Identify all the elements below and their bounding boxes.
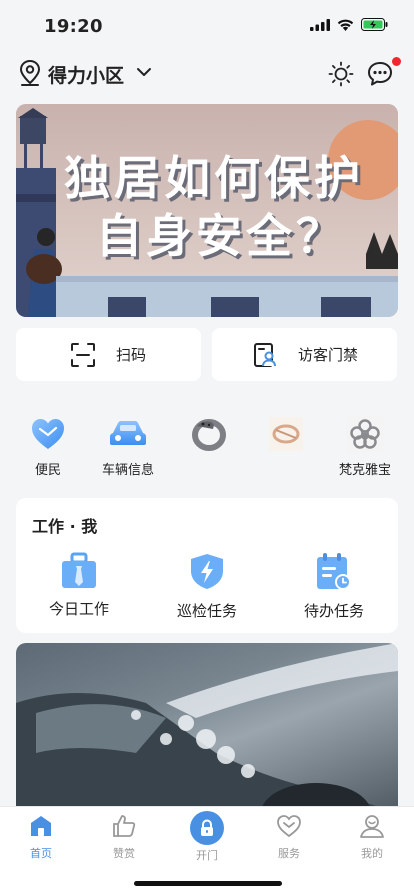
thumbs-up-icon xyxy=(113,815,136,837)
signal-icon xyxy=(310,18,330,31)
service-ring-product[interactable] xyxy=(176,414,240,459)
banner-headline-line1: 独居如何保护 xyxy=(64,151,364,205)
header: 得力小区 xyxy=(0,56,414,92)
visitor-access-button[interactable]: 访客门禁 xyxy=(212,328,397,381)
tab-mine[interactable]: 我的 xyxy=(342,813,402,861)
car-wash-image xyxy=(16,643,398,823)
ring-product-image xyxy=(192,419,226,451)
flower-jewelry-image xyxy=(346,415,384,453)
patrol-task-label: 巡检任务 xyxy=(176,602,237,620)
scan-icon xyxy=(71,342,95,367)
shield-bolt-icon xyxy=(191,554,223,589)
service-grid: 便民 车辆信息 梵克雅宝 xyxy=(0,414,414,478)
car-icon xyxy=(110,421,146,445)
visitor-icon xyxy=(254,342,276,367)
tab-home[interactable]: 首页 xyxy=(11,813,71,861)
service-bracelet-product[interactable] xyxy=(254,414,318,459)
home-icon xyxy=(31,816,51,836)
user-icon xyxy=(360,815,384,838)
car-wash-banner[interactable] xyxy=(16,643,398,823)
banner[interactable]: 独居如何保护 自身安全？ xyxy=(16,104,398,317)
message-icon[interactable] xyxy=(366,60,394,88)
notification-dot xyxy=(392,57,401,66)
bracelet-product-image xyxy=(269,417,303,451)
wifi-icon xyxy=(337,19,354,31)
chevron-down-icon[interactable] xyxy=(136,64,152,80)
open-door-button[interactable] xyxy=(190,811,224,845)
tab-appreciate-label: 赞赏 xyxy=(113,847,135,860)
today-work-button[interactable]: 今日工作 xyxy=(19,552,139,619)
visitor-access-label: 访客门禁 xyxy=(298,346,359,364)
location-pin-icon[interactable] xyxy=(18,59,42,87)
service-vehicle-info[interactable]: 车辆信息 xyxy=(96,414,160,478)
home-indicator xyxy=(134,881,282,886)
patrol-task-button[interactable]: 巡检任务 xyxy=(147,552,267,621)
scan-button[interactable]: 扫码 xyxy=(16,328,201,381)
briefcase-icon xyxy=(62,552,96,588)
sun-icon[interactable] xyxy=(328,61,354,87)
work-card: 工作 · 我 今日工作 巡检任务 待办任务 xyxy=(16,498,398,633)
tab-open-door-label: 开门 xyxy=(196,849,218,862)
heart-outline-icon xyxy=(277,815,301,838)
service-vca-jewelry-label: 梵克雅宝 xyxy=(338,463,391,478)
battery-charging-icon xyxy=(361,18,388,31)
tab-mine-label: 我的 xyxy=(361,847,383,860)
service-vca-jewelry[interactable]: 梵克雅宝 xyxy=(333,414,397,478)
status-time: 19:20 xyxy=(44,16,103,37)
tab-appreciate[interactable]: 赞赏 xyxy=(94,813,154,861)
tab-service[interactable]: 服务 xyxy=(259,813,319,861)
tab-home-label: 首页 xyxy=(30,847,52,860)
heart-icon xyxy=(32,419,64,449)
status-icons xyxy=(310,18,388,31)
community-name[interactable]: 得力小区 xyxy=(48,61,124,88)
banner-headline-line2: 自身安全？ xyxy=(96,209,346,263)
tab-service-label: 服务 xyxy=(278,847,300,860)
scan-label: 扫码 xyxy=(116,346,147,364)
calendar-clock-icon xyxy=(317,553,351,590)
service-convenience-label: 便民 xyxy=(34,463,61,478)
tab-bar: 首页 赞赏 开门 服务 我的 xyxy=(0,806,414,896)
lock-icon xyxy=(201,819,213,836)
tab-open-door[interactable]: 开门 xyxy=(177,811,237,863)
status-bar: 19:20 xyxy=(0,0,414,48)
work-card-title: 工作 · 我 xyxy=(32,517,98,536)
pending-task-button[interactable]: 待办任务 xyxy=(274,552,394,621)
service-vehicle-info-label: 车辆信息 xyxy=(101,463,154,478)
today-work-label: 今日工作 xyxy=(48,600,109,618)
pending-task-label: 待办任务 xyxy=(303,602,364,620)
service-convenience[interactable]: 便民 xyxy=(16,414,80,478)
